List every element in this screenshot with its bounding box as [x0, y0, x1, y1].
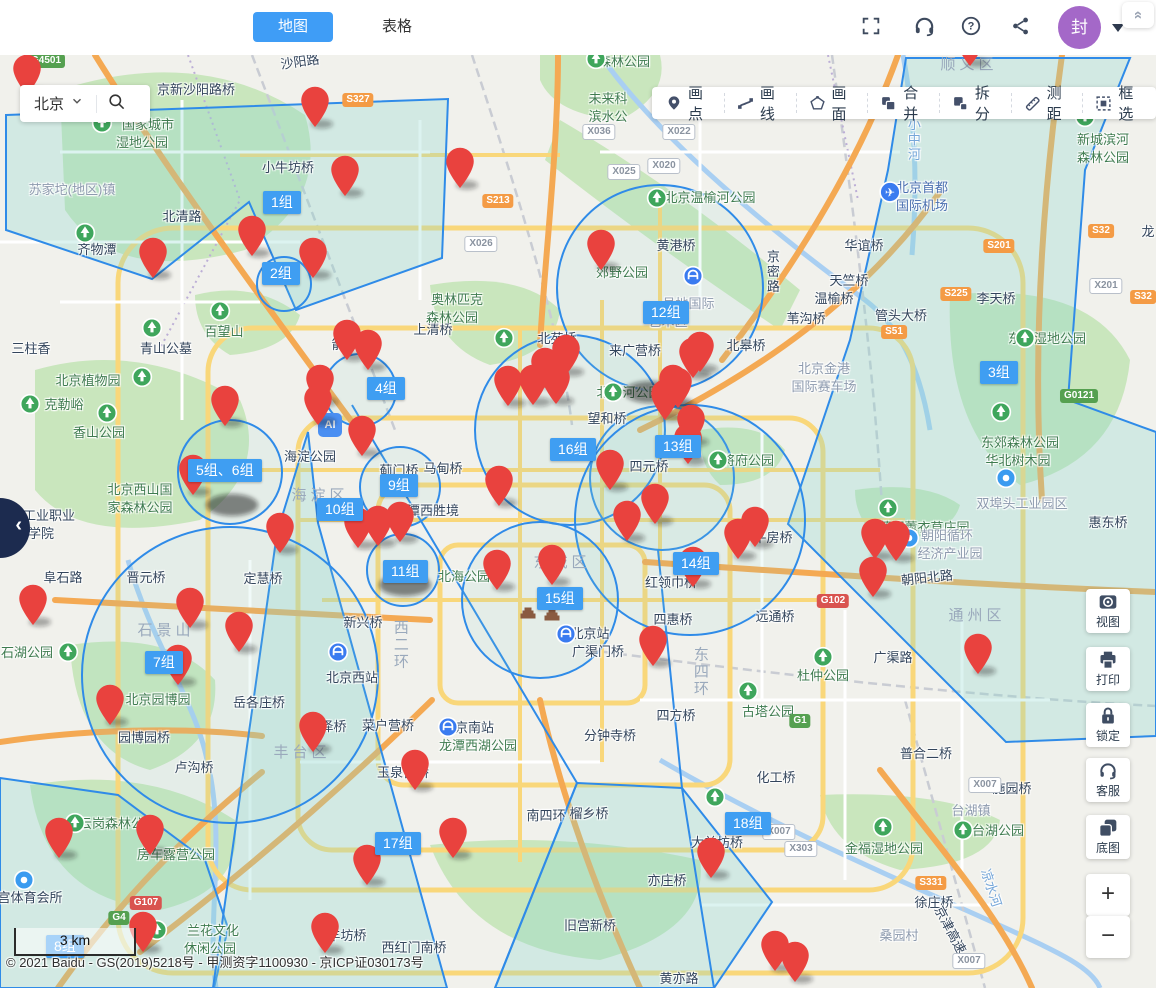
collapse-header-button[interactable]: «: [1122, 2, 1154, 28]
service-icon: [1098, 761, 1118, 781]
group-label[interactable]: 11组: [383, 560, 428, 583]
basemap: [0, 0, 1156, 988]
group-label[interactable]: 16组: [550, 438, 596, 461]
group-label[interactable]: 13组: [655, 435, 701, 458]
zoom-out-button[interactable]: −: [1086, 916, 1130, 958]
split-icon: [952, 95, 969, 112]
lock-icon: [1098, 706, 1118, 726]
group-label[interactable]: 15组: [537, 587, 583, 610]
tool-draw-point[interactable]: 画点: [654, 93, 724, 113]
layers-button[interactable]: 底图: [1086, 815, 1130, 859]
map-copyright: © 2021 Baidu - GS(2019)5218号 - 甲测资字11009…: [6, 952, 424, 971]
fullscreen-icon[interactable]: [860, 15, 884, 39]
side-tool-label: 底图: [1096, 839, 1120, 856]
box-select-icon: [1095, 95, 1112, 112]
chevron-down-icon[interactable]: [70, 94, 84, 113]
service-button[interactable]: 客服: [1086, 758, 1130, 802]
share-icon[interactable]: [1010, 15, 1034, 39]
tool-draw-area[interactable]: 画面: [796, 93, 868, 113]
tool-box-select[interactable]: 框选: [1082, 93, 1154, 113]
zoom-in-button[interactable]: +: [1086, 874, 1130, 916]
top-bar: 地图 表格 ? 封 «: [0, 0, 1156, 55]
headset-icon[interactable]: [913, 15, 937, 39]
group-label[interactable]: 14组: [673, 552, 719, 575]
group-label[interactable]: 18组: [725, 812, 771, 835]
tool-label: 测距: [1047, 82, 1071, 124]
tool-label: 合并: [903, 82, 927, 124]
tool-label: 框选: [1118, 82, 1142, 124]
group-label[interactable]: 7组: [145, 651, 183, 674]
tool-draw-line[interactable]: 画线: [724, 93, 796, 113]
tool-label: 画线: [760, 82, 784, 124]
city-name[interactable]: 北京: [34, 93, 64, 114]
lock-button[interactable]: 锁定: [1086, 703, 1130, 747]
tool-label: 拆分: [975, 82, 999, 124]
side-tool-label: 客服: [1096, 782, 1120, 799]
measure-icon: [1024, 95, 1041, 112]
avatar[interactable]: 封: [1058, 6, 1101, 49]
tool-label: 画点: [688, 82, 712, 124]
divider: [96, 95, 97, 113]
print-icon: [1098, 650, 1118, 670]
side-tool-label: 打印: [1096, 671, 1120, 688]
tab-table[interactable]: 表格: [365, 12, 429, 42]
tab-map[interactable]: 地图: [253, 12, 333, 42]
group-label[interactable]: 5组、6组: [188, 459, 262, 482]
map-territory-circle[interactable]: [82, 527, 378, 823]
group-label[interactable]: 17组: [375, 832, 421, 855]
search-icon[interactable]: [107, 92, 126, 116]
group-label[interactable]: 3组: [980, 361, 1018, 384]
app-window: 沙阳路京新沙阳路桥小牛坊桥北清路齐物潭三柱香青山公墓上清桥箭亭桥北苑桥来广营桥蓟…: [0, 0, 1156, 988]
group-label[interactable]: 1组: [263, 191, 301, 214]
tool-measure[interactable]: 测距: [1011, 93, 1083, 113]
svg-text:?: ?: [968, 21, 975, 33]
group-label[interactable]: 10组: [317, 498, 363, 521]
tool-split[interactable]: 拆分: [939, 93, 1011, 113]
draw-toolbar: 画点画线画面合并拆分测距框选: [652, 87, 1156, 119]
tool-label: 画面: [832, 82, 856, 124]
draw-area-icon: [809, 95, 826, 112]
print-button[interactable]: 打印: [1086, 647, 1130, 691]
map-canvas[interactable]: 沙阳路京新沙阳路桥小牛坊桥北清路齐物潭三柱香青山公墓上清桥箭亭桥北苑桥来广营桥蓟…: [0, 0, 1156, 988]
group-label[interactable]: 4组: [367, 377, 405, 400]
tool-merge[interactable]: 合并: [867, 93, 939, 113]
draw-point-icon: [666, 95, 682, 111]
side-tool-label: 锁定: [1096, 727, 1120, 744]
group-label[interactable]: 12组: [643, 301, 689, 324]
chevron-left-icon: ‹: [15, 514, 22, 537]
view-icon: [1098, 592, 1118, 612]
view-button[interactable]: 视图: [1086, 589, 1130, 633]
side-tool-label: 视图: [1096, 613, 1120, 630]
city-selector[interactable]: 北京: [20, 85, 150, 122]
merge-icon: [880, 95, 897, 112]
group-label[interactable]: 2组: [262, 262, 300, 285]
layers-icon: [1098, 818, 1118, 838]
draw-line-icon: [737, 95, 754, 112]
group-label[interactable]: 9组: [380, 474, 418, 497]
help-icon[interactable]: ?: [960, 15, 984, 39]
